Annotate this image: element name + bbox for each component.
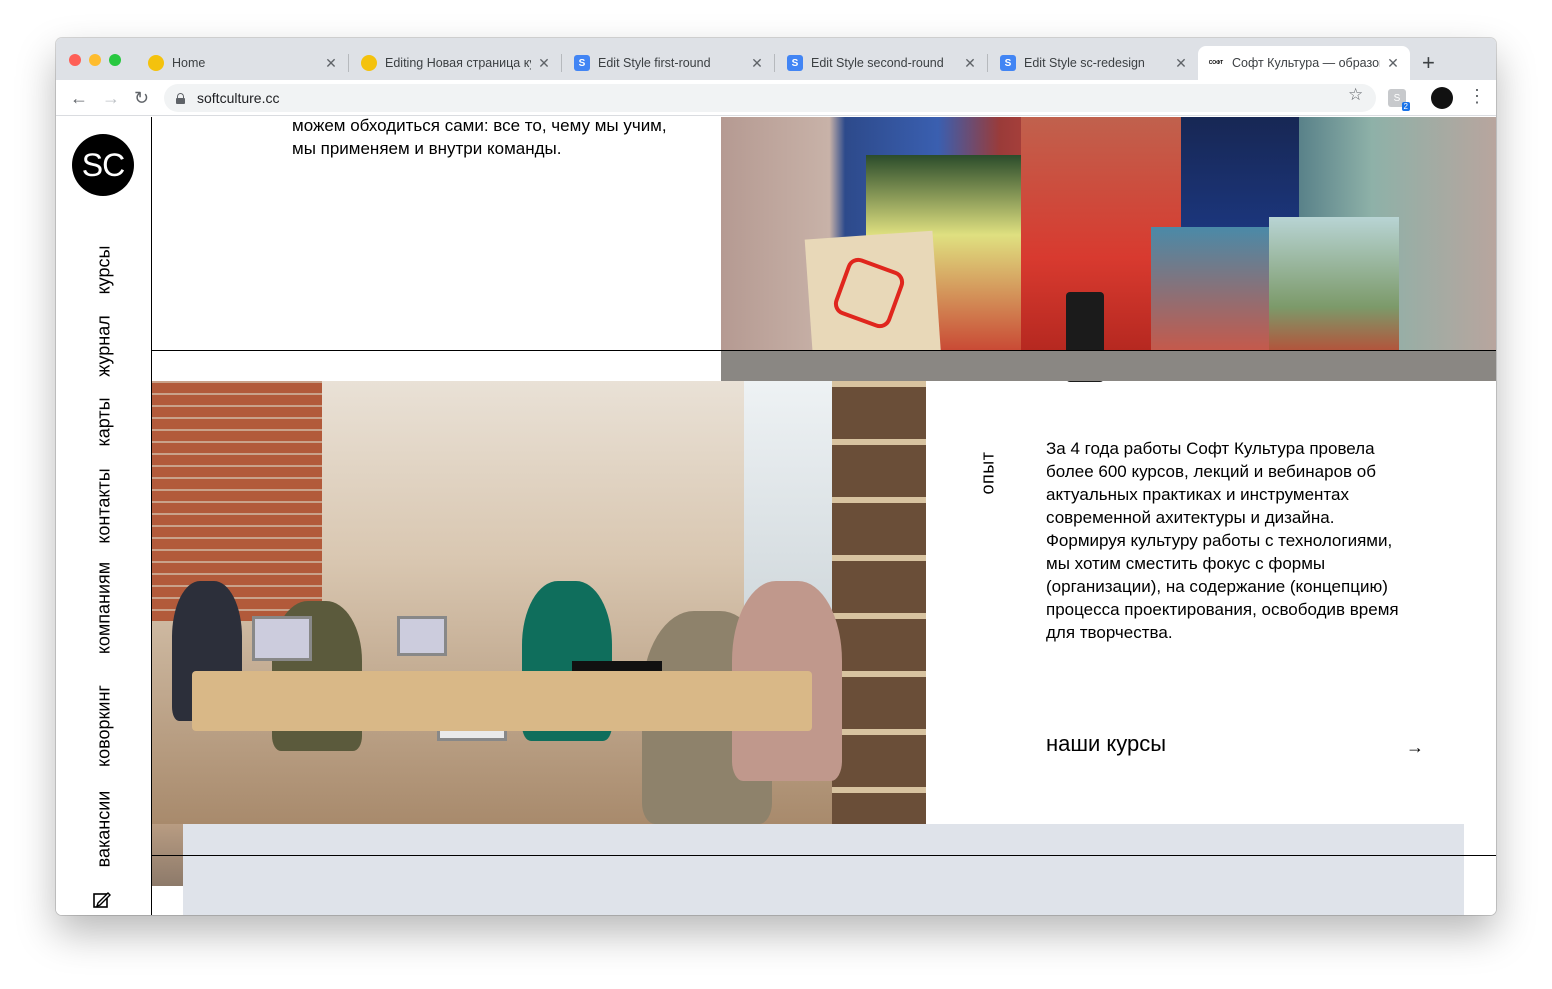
s-favicon-icon: S xyxy=(1000,55,1016,71)
tab-title: Editing Новая страница ку xyxy=(385,56,531,70)
back-icon[interactable]: ← xyxy=(70,88,88,109)
close-tab-icon[interactable]: ✕ xyxy=(537,55,551,72)
extension-icon[interactable]: S2 xyxy=(1388,89,1410,111)
tab-title: Edit Style first-round xyxy=(598,56,711,70)
divider-line xyxy=(152,855,1496,856)
extension-badge: 2 xyxy=(1401,102,1410,111)
tab-editing[interactable]: Editing Новая страница ку ✕ xyxy=(351,46,561,80)
classroom-photo xyxy=(152,381,926,824)
divider-line xyxy=(152,350,1496,351)
browser-toolbar: ← → ↻ softculture.cc ☆ S2 ⋮ xyxy=(56,80,1496,116)
brand-favicon-icon xyxy=(361,55,377,71)
profile-avatar[interactable] xyxy=(1431,87,1453,109)
arrow-right-icon[interactable]: → xyxy=(1406,737,1424,758)
minimize-window-button[interactable] xyxy=(89,54,101,66)
grey-block xyxy=(183,824,1464,915)
softculture-favicon-icon: СОФТ xyxy=(1208,55,1224,71)
our-courses-link[interactable]: наши курсы xyxy=(1046,731,1166,757)
artworks-photo xyxy=(721,117,1496,382)
nav-coworking[interactable]: коворкинг xyxy=(94,685,115,767)
tab-title: Софт Культура — образова xyxy=(1232,56,1380,70)
tab-title: Edit Style second-round xyxy=(811,56,944,70)
tab-softculture[interactable]: СОФТ Софт Культура — образова ✕ xyxy=(1198,46,1410,80)
tab-title: Home xyxy=(172,56,206,70)
browser-menu-icon[interactable]: ⋮ xyxy=(1468,86,1486,107)
brand-favicon-icon xyxy=(148,55,164,71)
url-text: softculture.cc xyxy=(197,90,280,106)
reload-icon[interactable]: ↻ xyxy=(134,88,149,109)
close-tab-icon[interactable]: ✕ xyxy=(1174,55,1188,72)
maximize-window-button[interactable] xyxy=(109,54,121,66)
tab-home[interactable]: Home ✕ xyxy=(138,46,348,80)
lock-icon xyxy=(176,92,185,104)
browser-window: Home ✕ Editing Новая страница ку ✕ S Edi… xyxy=(56,38,1496,915)
close-window-button[interactable] xyxy=(69,54,81,66)
nav-vacancies[interactable]: вакансии xyxy=(94,791,115,868)
nav-contacts[interactable]: контакты xyxy=(94,468,115,543)
close-tab-icon[interactable]: ✕ xyxy=(324,55,338,72)
edit-icon[interactable] xyxy=(93,891,111,909)
close-tab-icon[interactable]: ✕ xyxy=(750,55,764,72)
address-bar[interactable]: softculture.cc xyxy=(164,84,1376,112)
nav-courses[interactable]: курсы xyxy=(94,246,115,295)
nav-companies[interactable]: компаниям xyxy=(94,562,115,654)
forward-icon[interactable]: → xyxy=(102,88,120,109)
close-tab-icon[interactable]: ✕ xyxy=(1386,55,1400,72)
web-page: SC курсы журнал карты контакты компаниям… xyxy=(56,117,1496,915)
nav-maps[interactable]: карты xyxy=(94,397,115,446)
section-label-experience: опыт xyxy=(977,451,998,495)
tab-title: Edit Style sc-redesign xyxy=(1024,56,1145,70)
s-favicon-icon: S xyxy=(787,55,803,71)
s-favicon-icon: S xyxy=(574,55,590,71)
site-sidebar: SC курсы журнал карты контакты компаниям… xyxy=(56,117,152,915)
tab-edit-style-second[interactable]: S Edit Style second-round ✕ xyxy=(777,46,987,80)
bookmark-star-icon[interactable]: ☆ xyxy=(1348,85,1363,105)
tab-edit-style-redesign[interactable]: S Edit Style sc-redesign ✕ xyxy=(990,46,1198,80)
experience-text: За 4 года работы Софт Культура провела б… xyxy=(1046,439,1399,642)
intro-text: можем обходиться сами: все то, чему мы у… xyxy=(292,117,667,158)
tab-bar: Home ✕ Editing Новая страница ку ✕ S Edi… xyxy=(56,38,1496,80)
site-logo[interactable]: SC xyxy=(72,134,134,196)
new-tab-button[interactable]: + xyxy=(1422,50,1435,76)
close-tab-icon[interactable]: ✕ xyxy=(963,55,977,72)
tab-edit-style-first[interactable]: S Edit Style first-round ✕ xyxy=(564,46,774,80)
nav-journal[interactable]: журнал xyxy=(94,315,115,377)
